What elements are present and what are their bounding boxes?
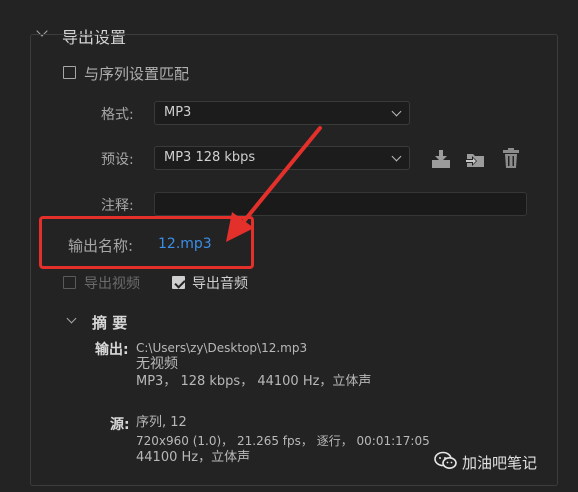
summary-output-line3: MP3， 128 kbps， 44100 Hz，立体声 (136, 374, 372, 389)
delete-preset-icon[interactable] (500, 147, 522, 169)
summary-output-line2: 无视频 (136, 356, 178, 372)
annotation-arrow-icon (226, 126, 322, 242)
export-video-label: 导出视频 (84, 276, 140, 292)
watermark-text: 加油吧笔记 (462, 454, 538, 472)
export-video-checkbox[interactable] (63, 276, 76, 289)
wechat-logo-icon (434, 451, 457, 469)
summary-source-line1: 序列, 12 (136, 415, 187, 430)
import-preset-icon[interactable] (464, 148, 486, 170)
comment-label: 注释: (101, 198, 134, 214)
output-name-label: 输出名称: (68, 237, 134, 255)
summary-output-label: 输出: (95, 342, 129, 358)
export-audio-label: 导出音频 (192, 276, 248, 292)
chevron-down-icon (391, 106, 402, 117)
save-preset-icon[interactable] (430, 148, 452, 170)
format-value: MP3 (164, 105, 192, 120)
format-label: 格式: (101, 107, 134, 123)
summary-title: 摘 要 (92, 314, 128, 332)
output-name-link[interactable]: 12.mp3 (158, 236, 212, 252)
match-sequence-label: 与序列设置匹配 (84, 65, 190, 83)
match-sequence-checkbox[interactable] (63, 66, 76, 79)
chevron-down-icon (391, 151, 402, 162)
summary-source-line2: 720x960 (1.0)， 21.265 fps， 逐行， 00:01:17:… (136, 434, 430, 448)
preset-label: 预设: (101, 152, 134, 168)
summary-source-line3: 44100 Hz，立体声 (136, 450, 251, 465)
export-audio-checkbox[interactable] (172, 276, 185, 289)
summary-output-path: C:\Users\zy\Desktop\12.mp3 (136, 341, 308, 355)
summary-source-label: 源: (110, 417, 130, 433)
